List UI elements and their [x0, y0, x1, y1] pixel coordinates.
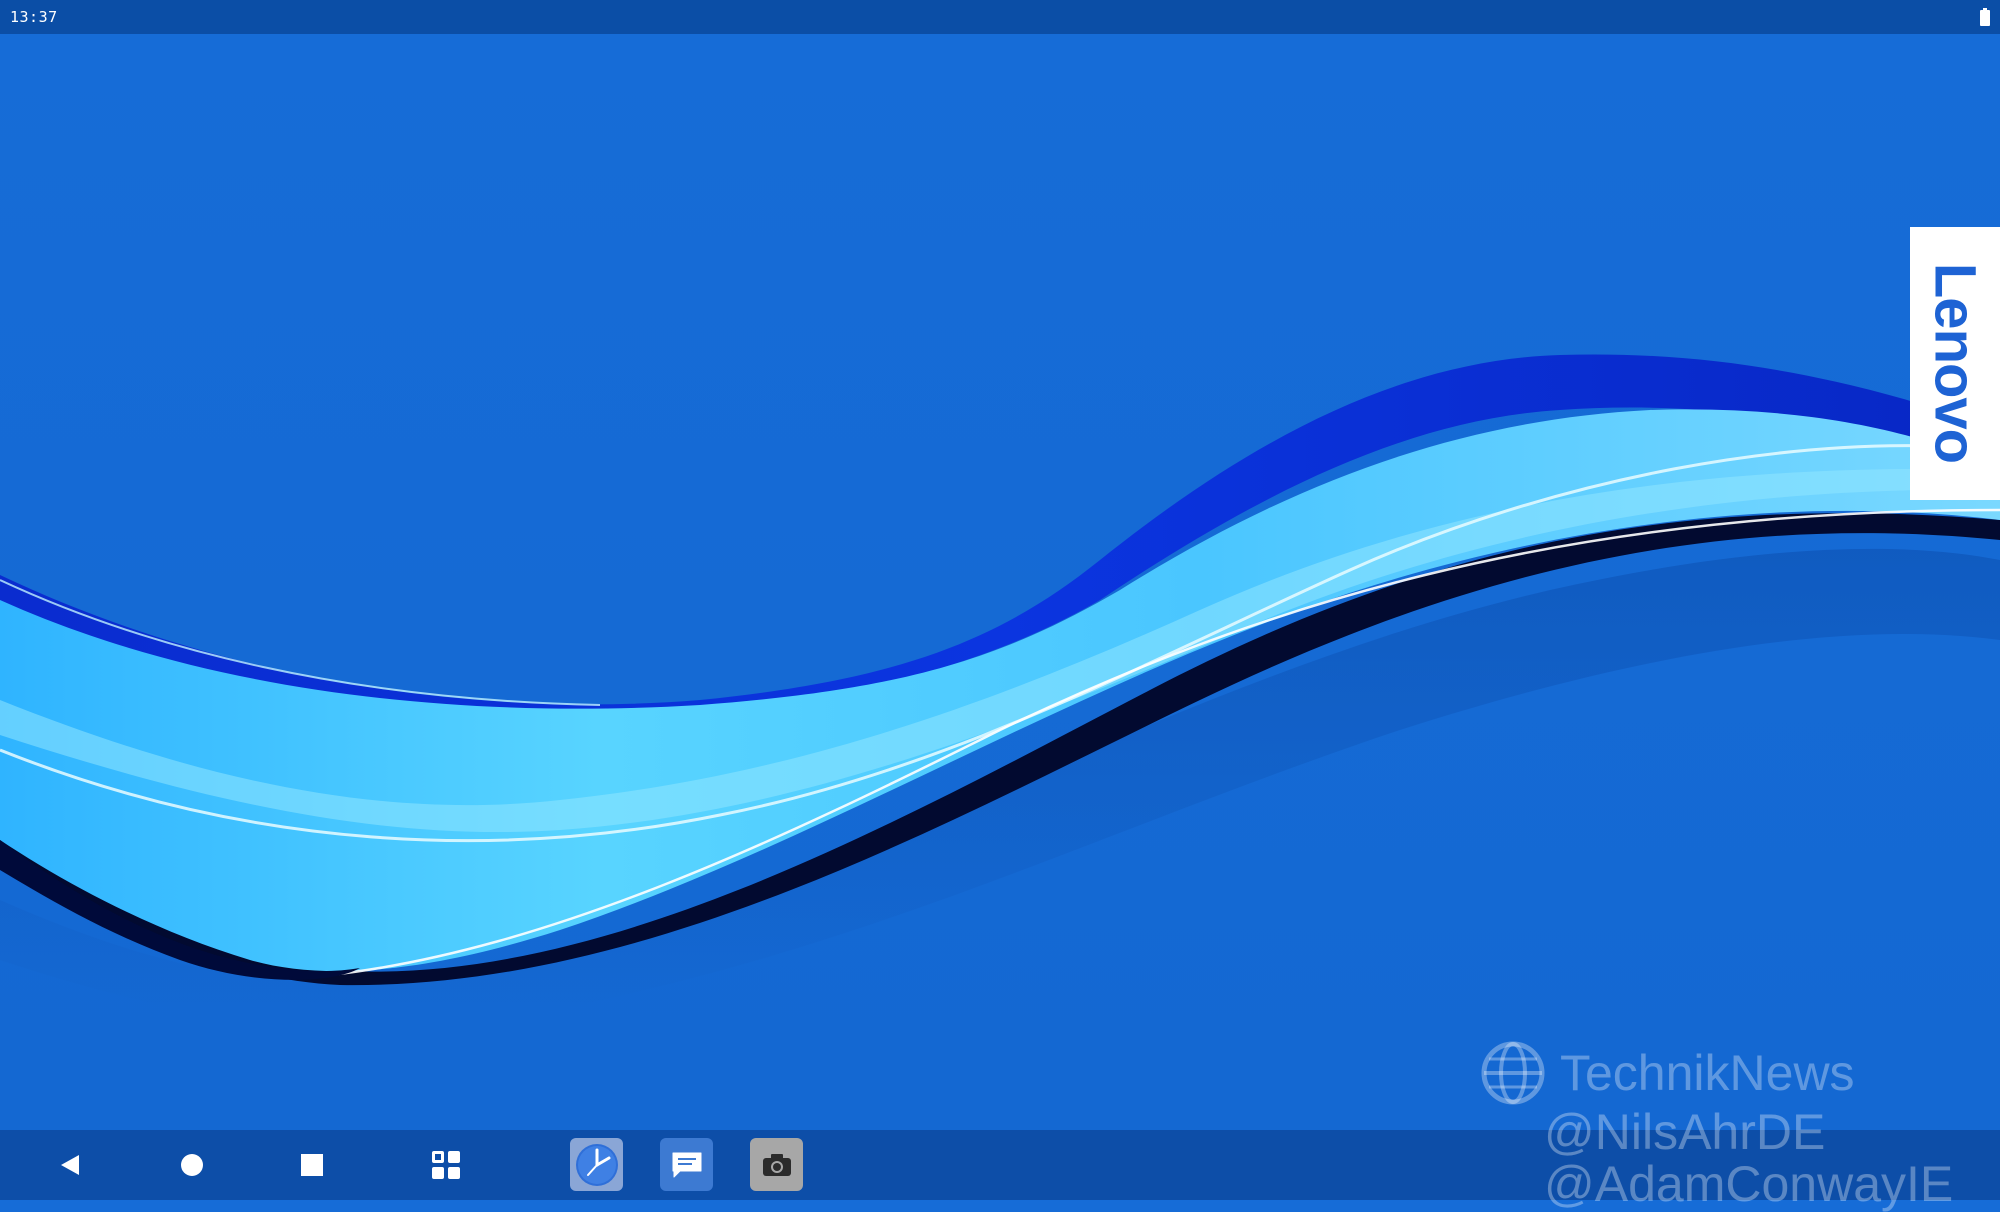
clock-icon	[575, 1143, 618, 1186]
camera-icon	[762, 1153, 791, 1176]
home-circle-icon	[181, 1154, 203, 1176]
wallpaper	[0, 34, 2000, 1130]
app-grid-icon	[432, 1151, 460, 1179]
messages-app[interactable]	[660, 1138, 713, 1191]
back-triangle-icon	[61, 1155, 79, 1175]
battery-icon	[1980, 8, 1990, 26]
home-button[interactable]	[157, 1130, 227, 1200]
brand-logo-tab: Lenovo	[1910, 227, 2000, 500]
watermark-title: TechnikNews	[1560, 1045, 1855, 1101]
recents-square-icon	[301, 1154, 323, 1176]
status-time: 13:37	[10, 8, 58, 26]
status-bar: 13:37	[0, 0, 2000, 34]
watermark-handle: @NilsAhrDE	[1544, 1104, 1826, 1160]
app-drawer-button[interactable]	[411, 1130, 481, 1200]
messages-icon	[672, 1152, 701, 1177]
recents-button[interactable]	[277, 1130, 347, 1200]
back-button[interactable]	[35, 1130, 105, 1200]
camera-app[interactable]	[750, 1138, 803, 1191]
watermark-handle: @AdamConwayIE	[1544, 1156, 1954, 1212]
clock-app[interactable]	[570, 1138, 623, 1191]
lenovo-logo: Lenovo	[1922, 262, 1988, 464]
globe-icon	[1481, 1041, 1545, 1105]
watermark: TechnikNews @NilsAhrDE @AdamConwayIE	[1480, 1040, 1953, 1210]
